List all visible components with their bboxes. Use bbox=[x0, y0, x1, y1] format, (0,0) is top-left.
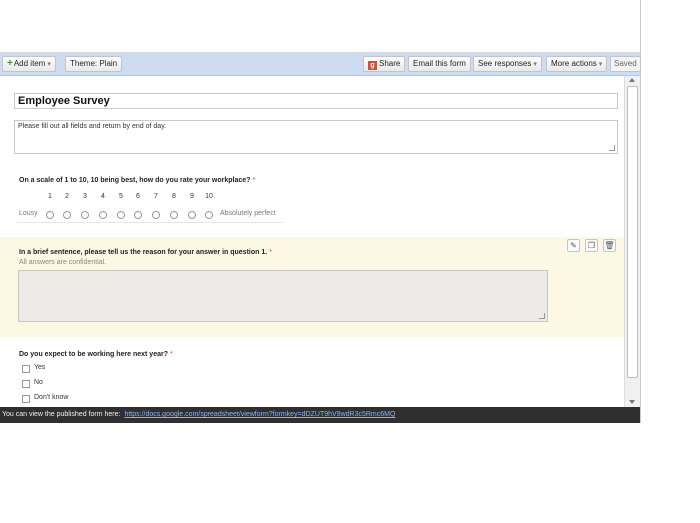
scale-high-label: Absolutely perfect bbox=[220, 210, 276, 217]
add-item-label: Add item bbox=[13, 59, 46, 68]
question-1-title: On a scale of 1 to 10, 10 being best, ho… bbox=[19, 177, 255, 184]
share-button[interactable]: g Share bbox=[363, 56, 406, 72]
scroll-down-icon[interactable] bbox=[629, 400, 635, 404]
add-item-button[interactable]: +Add item ▾ bbox=[2, 56, 56, 72]
google-plus-icon: g bbox=[368, 61, 377, 70]
scale-radio-10[interactable] bbox=[205, 211, 213, 219]
see-responses-label: See responses bbox=[478, 59, 532, 68]
question-2-textarea[interactable] bbox=[18, 270, 548, 322]
scale-divider bbox=[17, 222, 283, 223]
question-2-panel[interactable]: In a brief sentence, please tell us the … bbox=[0, 237, 624, 337]
plus-icon: + bbox=[7, 58, 13, 69]
status-bar: You can view the published form here: htt… bbox=[0, 407, 640, 423]
scale-radio-2[interactable] bbox=[63, 211, 71, 219]
form-content: Employee Survey Please fill out all fiel… bbox=[0, 76, 624, 407]
scale-number: 7 bbox=[154, 193, 158, 200]
scale-number: 3 bbox=[83, 193, 87, 200]
option-label: Don't know bbox=[34, 394, 69, 401]
scale-number: 9 bbox=[190, 193, 194, 200]
resize-handle[interactable] bbox=[539, 313, 545, 319]
scale-radio-1[interactable] bbox=[46, 211, 54, 219]
scale-number: 4 bbox=[101, 193, 105, 200]
scale-number: 6 bbox=[136, 193, 140, 200]
more-actions-label: More actions bbox=[551, 59, 597, 68]
question-3-title: Do you expect to be working here next ye… bbox=[19, 351, 173, 358]
more-actions-button[interactable]: More actions ▾ bbox=[546, 56, 608, 72]
scale-radio-8[interactable] bbox=[170, 211, 178, 219]
scale-radio-6[interactable] bbox=[134, 211, 142, 219]
form-description-input[interactable]: Please fill out all fields and return by… bbox=[14, 120, 618, 154]
question-2-text: In a brief sentence, please tell us the … bbox=[19, 249, 268, 256]
required-mark: * bbox=[269, 249, 272, 256]
duplicate-icon[interactable]: ❐ bbox=[585, 239, 598, 252]
scale-number: 10 bbox=[205, 193, 213, 200]
question-2-title: In a brief sentence, please tell us the … bbox=[19, 249, 272, 256]
scale-number: 8 bbox=[172, 193, 176, 200]
scale-radio-9[interactable] bbox=[188, 211, 196, 219]
top-blank-area bbox=[0, 0, 640, 53]
form-description-text: Please fill out all fields and return by… bbox=[18, 123, 167, 130]
scale-radio-7[interactable] bbox=[152, 211, 160, 219]
required-mark: * bbox=[252, 177, 256, 184]
scale-number: 5 bbox=[119, 193, 123, 200]
toolbar: +Add item ▾ Theme: Plain g Share Email thi… bbox=[0, 53, 641, 76]
scale-radio-4[interactable] bbox=[99, 211, 107, 219]
trash-icon[interactable]: 🗑 bbox=[603, 239, 616, 252]
resize-handle[interactable] bbox=[609, 145, 615, 151]
chevron-down-icon: ▾ bbox=[47, 61, 51, 68]
form-title-input[interactable]: Employee Survey bbox=[14, 93, 618, 109]
vertical-scrollbar[interactable] bbox=[624, 76, 640, 407]
question-3-text: Do you expect to be working here next ye… bbox=[19, 351, 168, 358]
published-form-link[interactable]: https://docs.google.com/spreadsheet/view… bbox=[124, 411, 395, 418]
saved-status: Saved bbox=[610, 56, 641, 72]
question-1-text: On a scale of 1 to 10, 10 being best, ho… bbox=[19, 177, 251, 184]
status-label: You can view the published form here: bbox=[2, 411, 121, 418]
scale-radio-3[interactable] bbox=[81, 211, 89, 219]
checkbox-no[interactable] bbox=[22, 380, 30, 388]
option-label: No bbox=[34, 379, 43, 386]
scale-low-label: Lousy bbox=[19, 210, 38, 217]
scale-number: 2 bbox=[65, 193, 69, 200]
checkbox-yes[interactable] bbox=[22, 365, 30, 373]
question-2-help: All answers are confidential. bbox=[19, 259, 107, 266]
theme-button[interactable]: Theme: Plain bbox=[65, 56, 123, 72]
see-responses-button[interactable]: See responses ▾ bbox=[473, 56, 542, 72]
scroll-thumb[interactable] bbox=[627, 86, 638, 378]
checkbox-dont-know[interactable] bbox=[22, 395, 30, 403]
required-mark: * bbox=[169, 351, 173, 358]
share-label: Share bbox=[379, 59, 401, 68]
chevron-down-icon: ▾ bbox=[598, 61, 603, 68]
scale-radio-5[interactable] bbox=[117, 211, 125, 219]
form-editor-window: +Add item ▾ Theme: Plain g Share Email thi… bbox=[0, 0, 641, 423]
chevron-down-icon: ▾ bbox=[533, 61, 537, 68]
option-label: Yes bbox=[34, 364, 46, 371]
email-form-button[interactable]: Email this form bbox=[408, 56, 471, 72]
pencil-icon[interactable]: ✎ bbox=[567, 239, 580, 252]
scale-number: 1 bbox=[48, 193, 52, 200]
scroll-up-icon[interactable] bbox=[629, 78, 635, 82]
